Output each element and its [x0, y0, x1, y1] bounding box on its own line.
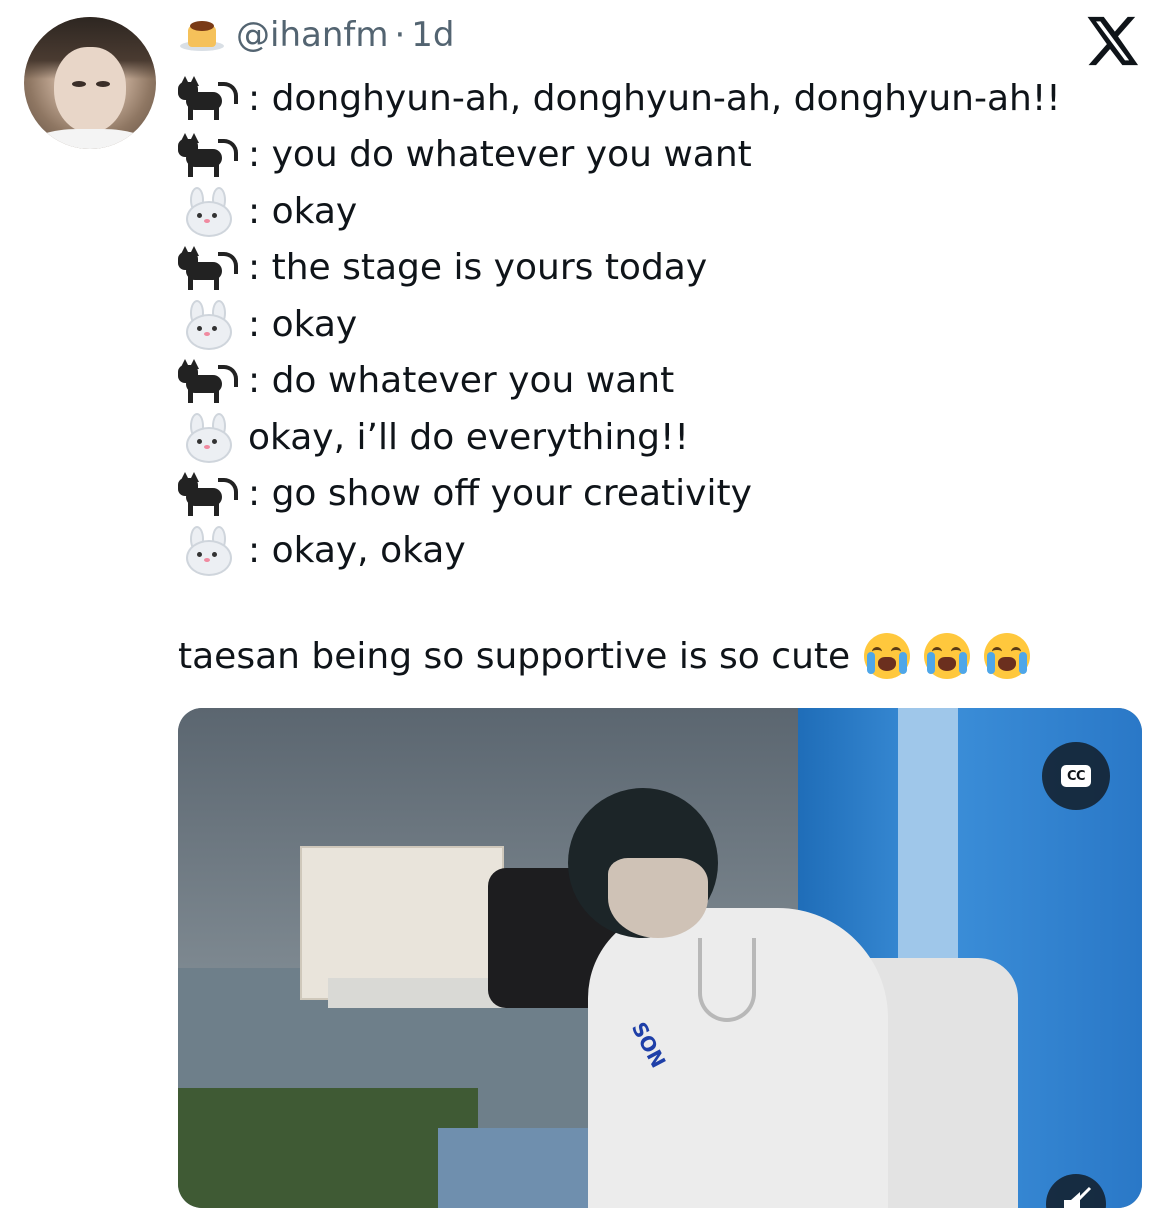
- dialogue-line: : go show off your creativity: [178, 466, 1061, 523]
- video-person-face: [608, 858, 708, 938]
- video-paper-bag: [300, 846, 504, 1000]
- dialogue-line: okay, i’ll do everything!!: [178, 409, 1061, 466]
- mute-button[interactable]: [1046, 1174, 1106, 1208]
- video-player[interactable]: SON CC: [178, 708, 1142, 1208]
- dialogue-text: : you do whatever you want: [248, 134, 752, 176]
- dialogue-text: : okay: [248, 303, 358, 345]
- crying-face-emoji: [924, 633, 971, 679]
- avatar-eye-right: [96, 81, 110, 87]
- rabbit-face-emoji: [178, 413, 236, 464]
- rabbit-face-emoji: [178, 526, 236, 577]
- crying-face-emoji: [984, 633, 1031, 679]
- tweet-time[interactable]: 1d: [411, 15, 454, 55]
- dialogue-text: : the stage is yours today: [248, 247, 708, 289]
- dialogue-text: : go show off your creativity: [248, 473, 752, 515]
- tweet-header: @ihanfm · 1d: [178, 12, 455, 58]
- custard-pudding-emoji: [178, 15, 226, 55]
- rabbit-face-emoji: [178, 300, 236, 351]
- speaker-muted-icon: [1064, 1186, 1092, 1208]
- dialogue-line: : okay, okay: [178, 522, 1061, 579]
- cc-icon: CC: [1061, 765, 1091, 787]
- avatar-face: [54, 47, 126, 133]
- dialogue-text: : do whatever you want: [248, 360, 675, 402]
- avatar-eye-left: [72, 81, 86, 87]
- rabbit-face-emoji: [178, 187, 236, 238]
- dialogue-line: : the stage is yours today: [178, 240, 1061, 297]
- dialogue-text: : donghyun-ah, donghyun-ah, donghyun-ah!…: [248, 77, 1061, 119]
- dialogue-line: : do whatever you want: [178, 353, 1061, 410]
- dialogue-text: okay, i’ll do everything!!: [248, 416, 689, 458]
- black-cat-emoji: [178, 470, 238, 518]
- crying-face-emoji: [864, 633, 911, 679]
- caption-text: taesan being so supportive is so cute: [178, 635, 851, 677]
- dialogue-line: : okay: [178, 296, 1061, 353]
- author-handle[interactable]: @ihanfm: [236, 15, 388, 55]
- black-cat-emoji: [178, 244, 238, 292]
- dialogue-line: : donghyun-ah, donghyun-ah, donghyun-ah!…: [178, 70, 1061, 127]
- avatar[interactable]: [24, 17, 156, 149]
- black-cat-emoji: [178, 357, 238, 405]
- video-floor: [178, 1088, 478, 1208]
- video-person-necklace: [698, 938, 756, 1022]
- tweet-body: : donghyun-ah, donghyun-ah, donghyun-ah!…: [178, 70, 1061, 579]
- dialogue-line: : okay: [178, 183, 1061, 240]
- black-cat-emoji: [178, 131, 238, 179]
- dialogue-text: : okay: [248, 190, 358, 232]
- header-separator: ·: [394, 15, 406, 55]
- captions-button[interactable]: CC: [1042, 742, 1110, 810]
- dialogue-text: : okay, okay: [248, 529, 466, 571]
- tweet-caption: taesan being so supportive is so cute: [178, 628, 1031, 684]
- avatar-shirt: [30, 129, 150, 149]
- dialogue-line: : you do whatever you want: [178, 127, 1061, 184]
- x-logo-icon: [1087, 16, 1139, 66]
- black-cat-emoji: [178, 74, 238, 122]
